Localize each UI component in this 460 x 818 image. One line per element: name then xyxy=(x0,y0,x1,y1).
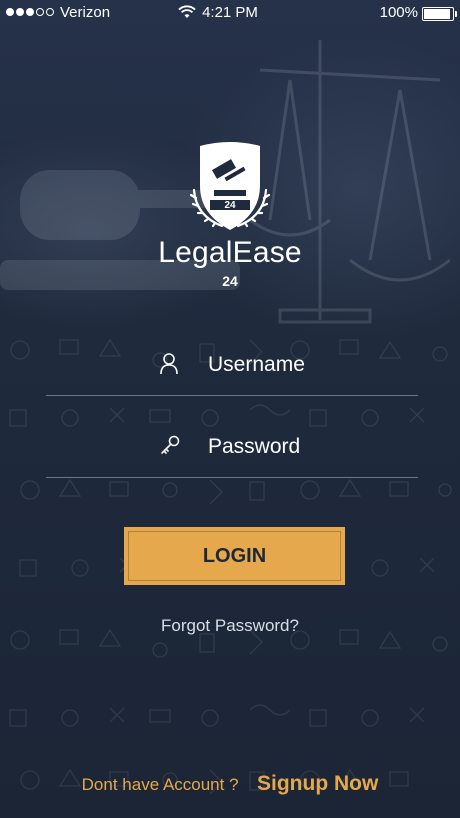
password-input[interactable] xyxy=(208,432,408,462)
username-input[interactable] xyxy=(208,350,408,380)
login-button[interactable]: LOGIN xyxy=(124,527,345,585)
logo-badge-number: 24 xyxy=(224,200,236,211)
user-icon xyxy=(160,353,178,375)
login-screen: Verizon 4:21 PM 100% 24 LegalEase 24 Use… xyxy=(0,0,460,818)
battery-fill xyxy=(424,9,450,19)
signup-row: Dont have Account ? Signup Now xyxy=(0,772,460,796)
no-account-text: Dont have Account ? xyxy=(81,775,239,794)
app-name-suffix: 24 xyxy=(222,273,238,289)
signup-link[interactable]: Signup Now xyxy=(257,772,378,795)
login-button-label: LOGIN xyxy=(128,531,341,581)
app-name: LegalEase xyxy=(158,236,302,269)
app-logo-shield-icon: 24 xyxy=(189,142,271,230)
username-field[interactable] xyxy=(46,338,418,396)
key-icon xyxy=(161,435,180,454)
status-bar: Verizon 4:21 PM 100% xyxy=(0,0,460,28)
battery-icon xyxy=(422,7,457,21)
forgot-password-link[interactable]: Forgot Password? xyxy=(0,616,460,636)
scales-background-art xyxy=(250,40,450,324)
battery-percentage: 100% xyxy=(379,4,418,21)
password-field[interactable] xyxy=(46,420,418,478)
